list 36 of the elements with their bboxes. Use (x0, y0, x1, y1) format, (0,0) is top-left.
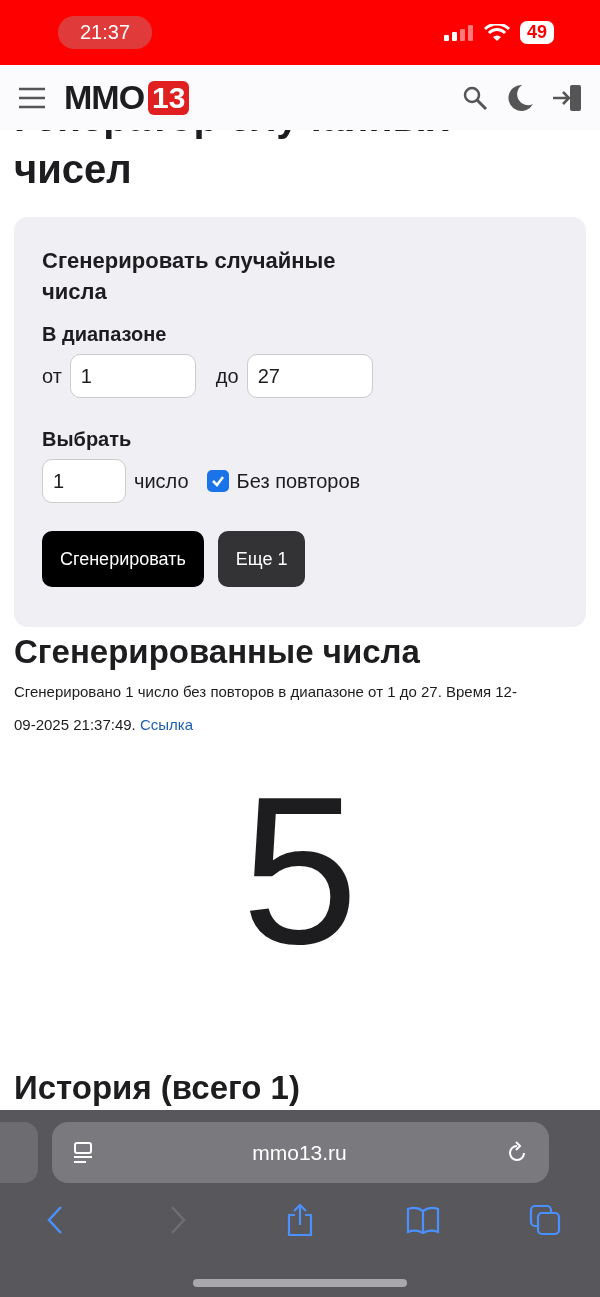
history-heading: История (всего 1) (14, 1069, 301, 1107)
status-time: 21:37 (58, 16, 153, 49)
signal-icon (443, 24, 474, 41)
moon-icon[interactable] (506, 83, 534, 112)
logo-text[interactable]: ММО (64, 78, 145, 117)
generate-button[interactable]: Сгенерировать (42, 531, 204, 587)
address-bar[interactable]: mmo13.ru (52, 1122, 549, 1183)
logo-badge[interactable]: 13 (148, 80, 190, 115)
pick-label: Выбрать (42, 428, 133, 451)
count-unit: число (134, 469, 189, 493)
share-icon[interactable] (286, 1203, 314, 1237)
to-label: до (215, 364, 239, 388)
count-field[interactable]: 1 (42, 459, 126, 503)
from-label: от (42, 364, 62, 388)
reader-icon[interactable] (72, 1140, 94, 1165)
card-heading: Сгенерировать случайные числа (42, 247, 337, 306)
checkmark-icon (210, 474, 225, 488)
back-icon[interactable] (46, 1205, 64, 1235)
login-icon[interactable] (552, 83, 582, 112)
again-button[interactable]: Еще 1 (217, 531, 306, 587)
tabs-icon[interactable] (529, 1204, 561, 1236)
to-field[interactable]: 27 (246, 354, 373, 398)
generated-number: 5 (240, 752, 360, 990)
results-info: Сгенерировано 1 число без повторов в диапазоне от 1 до 27. Время 12-09-2025 21:37:49. Ссылка (14, 682, 518, 735)
book-icon[interactable] (405, 1206, 440, 1234)
from-field[interactable]: 1 (69, 354, 196, 398)
menu-icon[interactable] (18, 86, 46, 109)
link[interactable]: Ссылка (139, 716, 194, 733)
wifi-icon (483, 23, 510, 42)
results-heading: Сгенерированные числа (14, 633, 421, 671)
no-repeat-label: Без повторов (236, 469, 361, 493)
checkbox[interactable] (206, 470, 229, 492)
url-text: mmo13.ru (252, 1140, 347, 1165)
range-label: В диапазоне (42, 323, 168, 346)
battery-level: 49 (519, 21, 554, 44)
search-icon[interactable] (462, 84, 488, 111)
